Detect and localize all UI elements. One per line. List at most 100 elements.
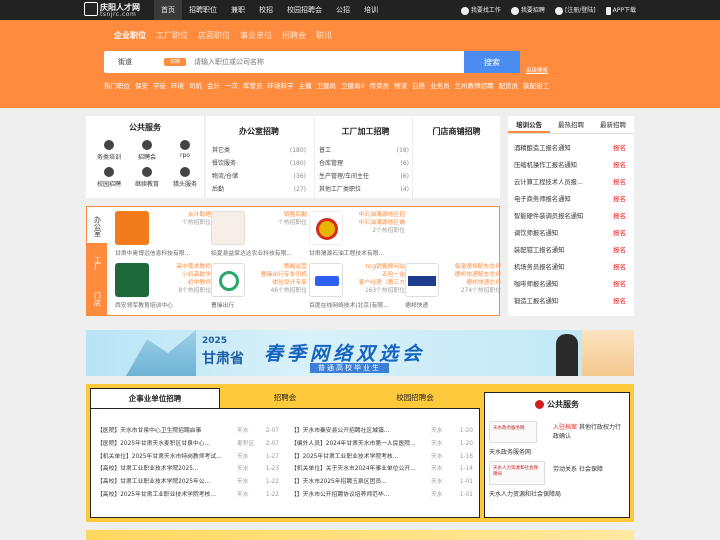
nav-public-exam[interactable]: 公招 <box>329 0 357 20</box>
hot-keyword[interactable]: 学徒 <box>153 82 166 90</box>
nav-home[interactable]: 首页 <box>154 0 182 20</box>
notice-item[interactable]: 锻造工报名通知 报名 <box>514 293 626 310</box>
company-card[interactable]: 中石油渭源地区招 中石油渭源地区确 2个热招职位 甘肃渭源石油工程技术有限... <box>309 211 405 261</box>
hot-keyword[interactable]: 兰州教师招聘 <box>455 82 494 90</box>
hot-keyword[interactable]: 卫健局 <box>317 82 337 90</box>
social-security-link[interactable]: 社会保障 <box>579 466 603 473</box>
hot-keyword[interactable]: 配货员 <box>499 82 519 90</box>
nav-campus[interactable]: 校招 <box>252 0 280 20</box>
hot-keyword[interactable]: 卫健局0 <box>341 82 365 90</box>
notice-item[interactable]: 调饮师报名通知 报名 <box>514 225 626 242</box>
tab-campus-fair[interactable]: 校园招聘会 <box>350 388 480 410</box>
hot-keyword[interactable]: 司机 <box>189 82 202 90</box>
job-list-item[interactable]: 【高校】2025年甘肃工业职业技术学院考核... 天水 1-22 <box>97 489 279 502</box>
company-card[interactable]: ncg销售顾问站 五险一金 客户经理（第三方 163个热招职位 百度在线网络技术(北京… <box>309 263 405 313</box>
hot-keyword[interactable]: 保安 <box>135 82 148 90</box>
service-campus[interactable]: 校园招聘 <box>90 167 128 188</box>
service-jobfair[interactable]: 招聘会 <box>128 140 166 161</box>
gov-service-logo[interactable]: 天水政务服务网 <box>489 421 537 443</box>
hot-keyword[interactable]: 物流 <box>394 82 407 90</box>
company-card[interactable]: 会计助理 个热招职位 甘肃中奥博远信息科技有限... <box>115 211 211 261</box>
tab-job-fair[interactable]: 招聘会 <box>282 30 306 41</box>
job-list-item[interactable]: 【】天水市秦安县公开招聘社区城镇... 天水 1-20 <box>291 425 473 438</box>
signup-tag[interactable]: 报名 <box>613 259 626 276</box>
category-row[interactable]: 后勤 (27) <box>212 183 306 196</box>
service-headhunt[interactable]: 猎头服务 <box>166 167 204 188</box>
hot-keyword[interactable]: 会计 <box>207 82 220 90</box>
hot-keyword[interactable]: 装配钳工 <box>523 82 549 90</box>
nav-campus-fair[interactable]: 校园招聘会 <box>280 0 329 20</box>
hot-keyword[interactable]: 传菜员 <box>370 82 390 90</box>
signup-tag[interactable]: 报名 <box>613 276 626 293</box>
signup-tag[interactable]: 报名 <box>613 293 626 310</box>
job-list-item[interactable]: 【医院】2025年甘肃天水麦积区甘泉中心... 麦积区 2-07 <box>97 438 279 451</box>
login-link[interactable]: [注册/登陆] <box>554 5 596 15</box>
archive-link[interactable]: 入驻档案 <box>553 424 577 431</box>
service-education[interactable]: 继续教育 <box>128 167 166 188</box>
hot-keyword[interactable]: 库管员 <box>243 82 263 90</box>
tab-public-institution[interactable]: 事业单位 <box>240 30 272 41</box>
tab-factory-jobs[interactable]: 工厂职位 <box>156 30 188 41</box>
tab-store-companies[interactable]: 门店 <box>87 279 107 315</box>
notice-item[interactable]: 机场务员报名通知 报名 <box>514 259 626 276</box>
category-row[interactable]: 物流/仓储 (36) <box>212 170 306 183</box>
notice-item[interactable]: 电子商务师报名通知 报名 <box>514 191 626 208</box>
notice-item[interactable]: 酒精酿造工报名通知 报名 <box>514 140 626 157</box>
nav-training[interactable]: 培训 <box>357 0 385 20</box>
job-list-item[interactable]: 【】天水市2025年招聘玉泉区团员... 天水 1-01 <box>291 476 473 489</box>
find-job-link[interactable]: 我要找工作 <box>460 5 501 15</box>
category-row[interactable]: 其他工厂类职位 (4) <box>319 183 409 196</box>
notice-item[interactable]: 咖啡师报名通知 报名 <box>514 276 626 293</box>
site-logo[interactable]: 庆阳人才网 tsnjrc.com <box>84 2 144 18</box>
tab-store-jobs[interactable]: 店面职位 <box>198 30 230 41</box>
signup-tag[interactable]: 报名 <box>613 157 626 174</box>
service-rpo[interactable]: rpo <box>166 140 204 161</box>
city-switch-button[interactable]: 切换 <box>164 58 186 66</box>
job-list-item[interactable]: 【医院】天水市甘泉中心卫生院招聘启事 天水 2-07 <box>97 425 279 438</box>
job-list-item[interactable]: 【机关单位】关于天水市2024年事业单位公开... 天水 1-14 <box>291 463 473 476</box>
nav-parttime[interactable]: 兼职 <box>224 0 252 20</box>
category-row[interactable]: 其它类 (180) <box>212 144 306 157</box>
app-download-link[interactable]: APP下载 <box>605 5 636 15</box>
category-row[interactable]: 仓库管理 (6) <box>319 157 409 170</box>
signup-tag[interactable]: 报名 <box>613 225 626 242</box>
tab-company-jobs[interactable]: 企业职位 <box>114 30 146 41</box>
tab-job-fair[interactable]: 招聘会 <box>220 388 350 410</box>
company-card[interactable]: 策略运营 曹操出行专车司机 体验设计专家 46个热招职位 曹操出行 <box>211 263 307 313</box>
signup-tag[interactable]: 报名 <box>613 174 626 191</box>
category-title[interactable]: 工厂加工招聘 <box>319 126 412 137</box>
hot-keyword[interactable]: 白搭 <box>412 82 425 90</box>
notice-item[interactable]: 装配钳工报名通知 报名 <box>514 242 626 259</box>
advanced-search-link[interactable]: 高级搜索 <box>526 66 548 74</box>
notice-item[interactable]: 压缩机操作工报名通知 报名 <box>514 157 626 174</box>
company-card[interactable]: 高中美术教师 小初高数学 初中教师 8个热招职位 西安领军教育培训中心 <box>115 263 211 313</box>
job-fair-banner[interactable]: 2025 甘肃省 春季网络双选会 普通高校毕业生 <box>86 330 634 376</box>
category-title[interactable]: 办公室招聘 <box>212 126 306 137</box>
search-button[interactable]: 搜索 <box>464 51 520 73</box>
city-selector[interactable]: 街道 <box>118 51 132 73</box>
signup-tag[interactable]: 报名 <box>613 242 626 259</box>
hot-keyword[interactable]: 环境 <box>171 82 184 90</box>
notice-item[interactable]: 云计算工程技术人员报... 报名 <box>514 174 626 191</box>
tab-training-notice[interactable]: 培训公告 <box>508 116 550 133</box>
labor-relation-link[interactable]: 劳动关系 <box>553 466 577 473</box>
hot-keyword[interactable]: 主播 <box>299 82 312 90</box>
job-list-item[interactable]: 【】天水市公开招聘协议培养师范毕... 天水 1-01 <box>291 489 473 502</box>
recruit-link[interactable]: 我要招聘 <box>510 5 545 15</box>
service-training[interactable]: 务类培训 <box>90 140 128 161</box>
search-input[interactable] <box>194 51 464 73</box>
job-list-item[interactable]: 【高校】甘肃工业职业技术学院2025年公... 天水 1-22 <box>97 476 279 489</box>
category-row[interactable]: 餐饮服务 (180) <box>212 157 306 170</box>
signup-tag[interactable]: 报名 <box>613 140 626 157</box>
category-row[interactable]: 生产管理/车间主任 (6) <box>319 170 409 183</box>
tab-office-companies[interactable]: 办公室 <box>87 207 107 243</box>
category-row[interactable]: 普工 (18) <box>319 144 409 157</box>
tab-new-jobs[interactable]: 最新招聘 <box>592 116 634 133</box>
job-list-item[interactable]: 【】2025年甘肃工业职业技术学院考核... 天水 1-16 <box>291 451 473 464</box>
company-card[interactable]: 临潼德恒配车总师 德邦快递配车总师 德邦快递总师 274个热招职位 德邦快递 <box>405 263 501 313</box>
job-list-item[interactable]: 【高校】甘肃工业职业技术学院2025... 天水 1-23 <box>97 463 279 476</box>
signup-tag[interactable]: 报名 <box>613 208 626 225</box>
hr-bureau-logo[interactable]: 天水人力资源和社会保障局 <box>489 461 545 485</box>
category-title[interactable]: 门店商铺招聘 <box>413 126 500 137</box>
notice-item[interactable]: 智能硬件装调员报名通知 报名 <box>514 208 626 225</box>
